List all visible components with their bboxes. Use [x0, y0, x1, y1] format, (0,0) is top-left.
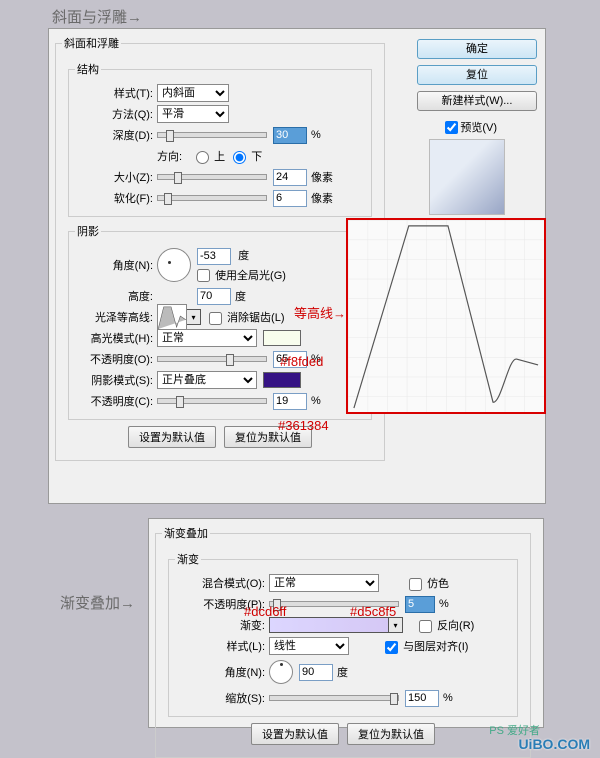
angle-input[interactable] [197, 248, 231, 265]
soften-slider[interactable] [157, 195, 267, 201]
gradient-swatch[interactable] [269, 617, 389, 633]
align-checkbox[interactable]: 与图层对齐(I) [385, 638, 468, 654]
shadow-mode-select[interactable]: 正片叠底 [157, 371, 257, 389]
grad-angle-label: 角度(N): [175, 664, 265, 680]
shadow-title: 阴影 [75, 223, 101, 239]
grad-reset-default-button[interactable]: 复位为默认值 [347, 723, 435, 745]
blend-mode-select[interactable]: 正常 [269, 574, 379, 592]
size-slider[interactable] [157, 174, 267, 180]
style-label: 样式(T): [75, 85, 153, 101]
soften-input[interactable] [273, 190, 307, 207]
highlight-color-swatch[interactable] [263, 330, 301, 346]
grad-right-annotation: #d5c8f5 [350, 604, 396, 619]
size-unit: 像素 [311, 169, 333, 185]
altitude-input[interactable] [197, 288, 231, 305]
shadow-color-annotation: #361384 [278, 418, 329, 433]
soften-unit: 像素 [311, 190, 333, 206]
gradient-inner-fieldset: 渐变 混合模式(O): 正常 仿色 不透明度(P): % 渐变: ▾ 反向(R)… [168, 551, 518, 717]
method-label: 方法(Q): [75, 106, 153, 122]
angle-label: 角度(N): [75, 257, 153, 273]
gloss-contour-label: 光泽等高线: [75, 309, 153, 325]
grad-scale-input[interactable] [405, 690, 439, 707]
highlight-opacity-label: 不透明度(O): [75, 351, 153, 367]
dir-down-radio[interactable]: 下 [233, 148, 262, 164]
highlight-opacity-slider[interactable] [157, 356, 267, 362]
contour-graph-overlay [346, 218, 546, 414]
preview-swatch [429, 139, 505, 215]
angle-dial[interactable] [157, 248, 191, 282]
method-select[interactable]: 平滑 [157, 105, 229, 123]
depth-slider[interactable] [157, 132, 267, 138]
grad-set-default-button[interactable]: 设置为默认值 [251, 723, 339, 745]
antialias-checkbox[interactable]: 消除锯齿(L) [209, 309, 285, 325]
dir-up-radio[interactable]: 上 [196, 148, 225, 164]
style-select[interactable]: 内斜面 [157, 84, 229, 102]
depth-label: 深度(D): [75, 127, 153, 143]
depth-unit: % [311, 129, 321, 141]
reverse-checkbox[interactable]: 反向(R) [419, 617, 474, 633]
grad-scale-label: 缩放(S): [175, 690, 265, 706]
blend-mode-label: 混合模式(O): [175, 575, 265, 591]
new-style-button[interactable]: 新建样式(W)... [417, 91, 537, 111]
bevel-emboss-outer-label: 斜面与浮雕→ [52, 6, 142, 27]
direction-label: 方向: [157, 148, 182, 164]
size-label: 大小(Z): [75, 169, 153, 185]
bevel-fieldset: 斜面和浮雕 结构 样式(T): 内斜面 方法(Q): 平滑 深度(D): % 方… [55, 35, 385, 461]
grad-scale-slider[interactable] [269, 695, 399, 701]
global-light-checkbox[interactable]: 使用全局光(G) [197, 270, 286, 282]
soften-label: 软化(F): [75, 190, 153, 206]
set-default-button[interactable]: 设置为默认值 [128, 426, 216, 448]
preview-label: 预览(V) [460, 119, 497, 135]
reset-button[interactable]: 复位 [417, 65, 537, 85]
grad-left-annotation: #dcd6ff [244, 604, 286, 619]
highlight-color-annotation: #f8fded [280, 354, 323, 369]
structure-fieldset: 结构 样式(T): 内斜面 方法(Q): 平滑 深度(D): % 方向: 上 下 [68, 61, 372, 217]
shadow-opacity-input[interactable] [273, 393, 307, 410]
gradient-title: 渐变叠加 [162, 525, 210, 541]
gloss-contour-picker[interactable] [157, 304, 187, 330]
chevron-down-icon[interactable]: ▾ [389, 617, 403, 633]
size-input[interactable] [273, 169, 307, 186]
grad-angle-input[interactable] [299, 664, 333, 681]
preview-checkbox[interactable] [445, 121, 458, 134]
gradient-fieldset: 渐变叠加 渐变 混合模式(O): 正常 仿色 不透明度(P): % 渐变: ▾ … [155, 525, 531, 758]
ok-button[interactable]: 确定 [417, 39, 537, 59]
dither-checkbox[interactable]: 仿色 [409, 575, 449, 591]
chevron-down-icon[interactable]: ▾ [187, 309, 201, 325]
highlight-mode-select[interactable]: 正常 [157, 329, 257, 347]
preview-checkbox-row: 预览(V) [445, 119, 497, 135]
shadow-color-swatch[interactable] [263, 372, 301, 388]
grad-opacity-input[interactable] [405, 596, 435, 613]
altitude-label: 高度: [75, 288, 153, 304]
structure-title: 结构 [75, 61, 101, 77]
gradient-sub: 渐变 [175, 551, 201, 567]
shadow-mode-label: 阴影模式(S): [75, 372, 153, 388]
grad-style-label: 样式(L): [175, 638, 265, 654]
watermark: UiBO.COM [518, 736, 590, 752]
grad-style-select[interactable]: 线性 [269, 637, 349, 655]
bevel-title: 斜面和浮雕 [62, 35, 121, 51]
highlight-mode-label: 高光模式(H): [75, 330, 153, 346]
shadow-opacity-slider[interactable] [157, 398, 267, 404]
depth-input[interactable] [273, 127, 307, 144]
gradient-overlay-panel: 渐变叠加 渐变 混合模式(O): 正常 仿色 不透明度(P): % 渐变: ▾ … [148, 518, 544, 728]
gradient-label: 渐变: [175, 617, 265, 633]
grad-angle-dial[interactable] [269, 660, 293, 684]
contour-annotation: 等高线→ [294, 303, 346, 322]
gradient-overlay-outer-label: 渐变叠加→ [60, 592, 135, 613]
shadow-opacity-label: 不透明度(C): [75, 393, 153, 409]
